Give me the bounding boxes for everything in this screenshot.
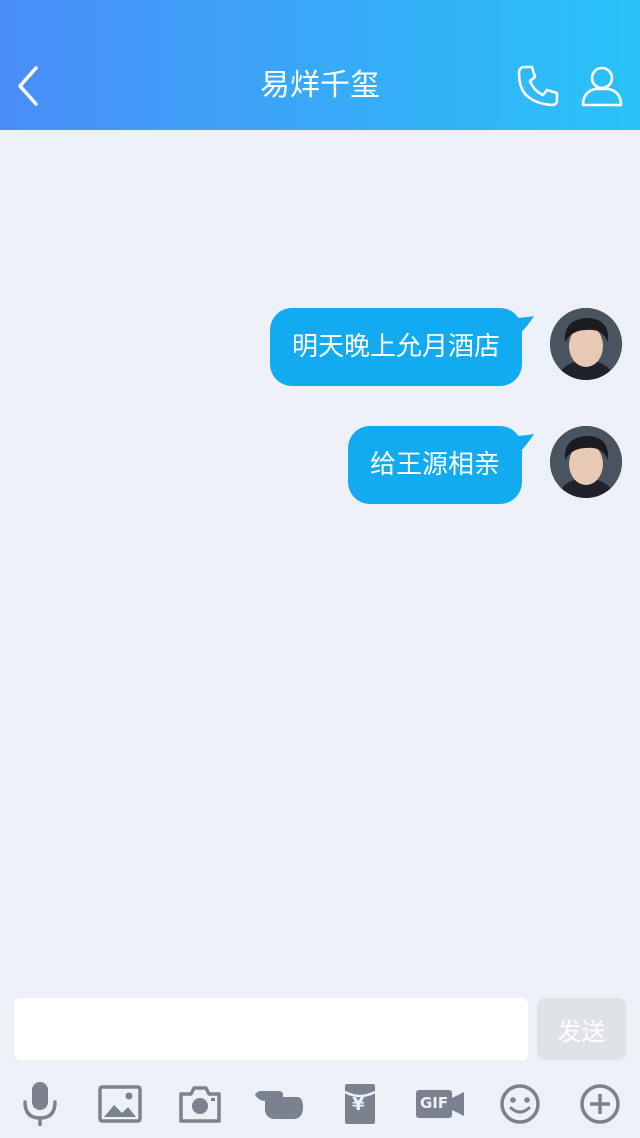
emoji-button[interactable] [492, 1078, 548, 1130]
gif-label: GIF [420, 1094, 449, 1112]
message-input[interactable] [14, 998, 528, 1060]
bubble-tail-icon [510, 316, 534, 338]
image-icon [98, 1085, 142, 1123]
input-toolbar: ¥ GIF [0, 1074, 640, 1134]
voice-call-button[interactable] [512, 60, 564, 112]
camera-button[interactable] [172, 1078, 228, 1130]
yen-symbol: ¥ [352, 1094, 365, 1115]
red-packet-button[interactable]: ¥ [332, 1078, 388, 1130]
image-button[interactable] [92, 1078, 148, 1130]
microphone-icon [23, 1082, 57, 1126]
chat-header: 易烊千玺 [0, 0, 640, 130]
composer-bar: 发送 [0, 990, 640, 1070]
message-bubble-container: 给王源相亲 [347, 426, 534, 504]
contact-name-title: 易烊千玺 [260, 68, 380, 103]
message-row: 给王源相亲 [347, 426, 622, 504]
poke-hand-icon [255, 1091, 303, 1119]
voice-input-button[interactable] [12, 1078, 68, 1130]
message-list[interactable]: 明天晚上允月酒店 给王源相亲 [0, 130, 640, 990]
message-bubble-container: 明天晚上允月酒店 [269, 308, 534, 386]
phone-icon [517, 65, 559, 107]
user-avatar-icon [550, 308, 622, 380]
chevron-left-icon [18, 66, 38, 106]
gif-button[interactable]: GIF [412, 1078, 468, 1130]
avatar[interactable] [550, 426, 622, 498]
message-bubble[interactable]: 给王源相亲 [347, 426, 522, 504]
user-avatar-icon [550, 426, 622, 498]
bubble-tail-icon [510, 434, 534, 456]
avatar[interactable] [550, 308, 622, 380]
message-row: 明天晚上允月酒店 [269, 308, 622, 386]
back-button[interactable] [8, 62, 48, 110]
more-button[interactable] [572, 1078, 628, 1130]
plus-icon [580, 1084, 620, 1124]
contact-profile-button[interactable] [576, 60, 628, 112]
person-icon [581, 66, 623, 107]
camera-icon [179, 1086, 221, 1123]
send-button[interactable]: 发送 [537, 998, 626, 1060]
poke-button[interactable] [252, 1078, 308, 1130]
emoji-icon [500, 1084, 540, 1124]
message-bubble[interactable]: 明天晚上允月酒店 [269, 308, 522, 386]
